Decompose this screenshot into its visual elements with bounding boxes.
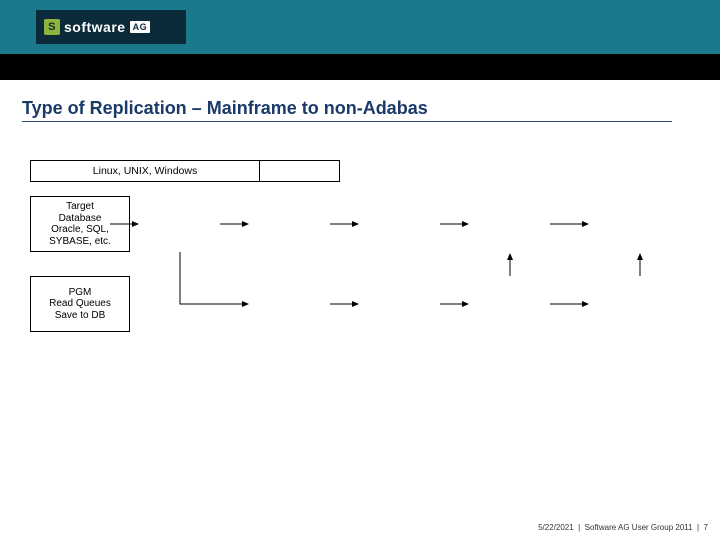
header-bar: S software AG bbox=[0, 0, 720, 54]
brand-suffix: AG bbox=[130, 21, 151, 33]
box-pgm: PGMRead QueuesSave to DB bbox=[30, 276, 130, 332]
page-title: Type of Replication – Mainframe to non-A… bbox=[22, 98, 672, 122]
logo-mark-icon: S bbox=[44, 19, 60, 35]
footer-date: 5/22/2021 bbox=[538, 523, 574, 532]
header-lux: Linux, UNIX, Windows bbox=[30, 160, 260, 182]
header-divider bbox=[0, 54, 720, 80]
footer-page: 7 bbox=[704, 523, 708, 532]
brand-name: software bbox=[64, 19, 126, 35]
brand-logo: S software AG bbox=[36, 10, 186, 44]
footer-event: Software AG User Group 2011 bbox=[585, 523, 693, 532]
diagram-arrows bbox=[30, 160, 690, 380]
box-target-db: TargetDatabaseOracle, SQL,SYBASE, etc. bbox=[30, 196, 130, 252]
replication-diagram: Mainframe Network Linux, UNIX, Windows S… bbox=[30, 160, 690, 380]
slide-footer: 5/22/2021 | Software AG User Group 2011 … bbox=[538, 523, 708, 532]
